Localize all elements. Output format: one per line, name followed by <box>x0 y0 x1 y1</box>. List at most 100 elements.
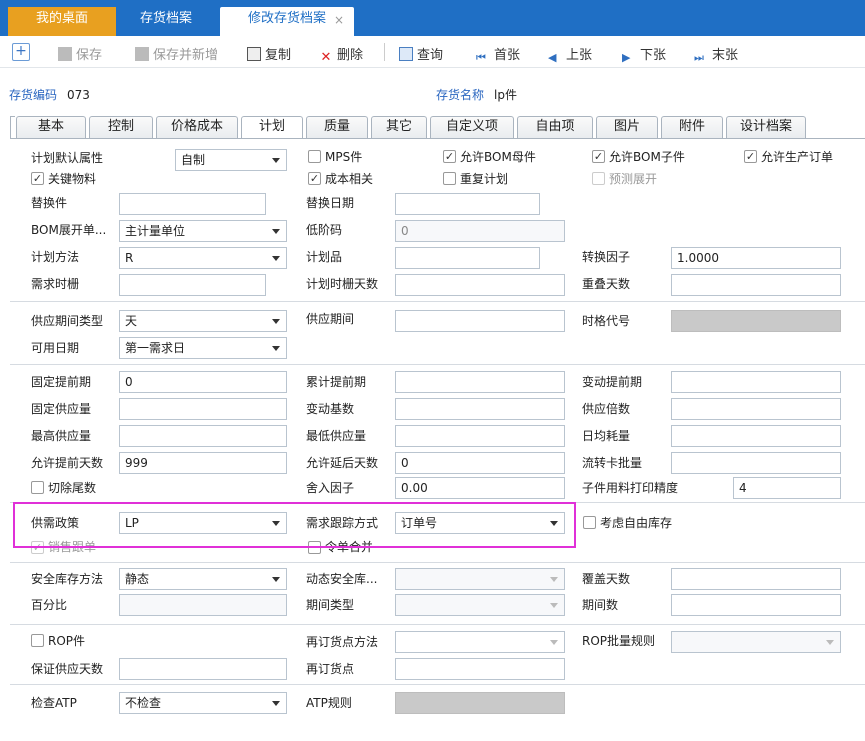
plan-method-select[interactable]: R <box>119 247 287 269</box>
replace-date-input[interactable] <box>395 193 540 215</box>
supply-period-type-select[interactable]: 天 <box>119 310 287 332</box>
name-label: 存货名称 <box>436 88 485 102</box>
allow-delay-days-input[interactable]: 0 <box>395 452 565 474</box>
save-button[interactable]: 保存 <box>58 44 102 63</box>
tab-plan[interactable]: 计划 <box>241 116 303 139</box>
time-code-input[interactable] <box>671 310 841 332</box>
rop-checkbox[interactable] <box>31 634 44 647</box>
tab-custom-items[interactable]: 自定义项 <box>430 116 514 138</box>
print-precision-input[interactable]: 4 <box>733 477 841 499</box>
reorder-point-input[interactable] <box>395 658 565 680</box>
allow-bom-parent-checkbox[interactable]: ✓ <box>443 150 456 163</box>
supply-period-label: 供应期间 <box>306 312 355 326</box>
guarantee-days-input[interactable] <box>119 658 287 680</box>
mps-checkbox[interactable] <box>308 150 321 163</box>
reorder-method-select[interactable] <box>395 631 565 653</box>
plan-item-input[interactable] <box>395 247 540 269</box>
bom-expand-select[interactable]: 主计量单位 <box>119 220 287 242</box>
transfer-batch-input[interactable] <box>671 452 841 474</box>
last-icon: ⏭ <box>694 51 704 64</box>
var-lead-label: 变动提前期 <box>582 375 643 389</box>
rop-batch-rule-select[interactable] <box>671 631 841 653</box>
var-lead-input[interactable] <box>671 371 841 393</box>
consider-free-stock-label: 考虑自由库存 <box>600 516 673 530</box>
allow-bom-child-checkbox[interactable]: ✓ <box>592 150 605 163</box>
divider <box>10 624 865 625</box>
daily-consume-input[interactable] <box>671 425 841 447</box>
avail-date-label: 可用日期 <box>31 341 80 355</box>
demand-fence-input[interactable] <box>119 274 266 296</box>
tab-design-archive[interactable]: 设计档案 <box>726 116 806 138</box>
convert-factor-input[interactable]: 1.0000 <box>671 247 841 269</box>
replace-part-input[interactable] <box>119 193 266 215</box>
forecast-expand-checkbox[interactable] <box>592 172 605 185</box>
delete-button[interactable]: ✕ 删除 <box>319 44 363 65</box>
period-count-input[interactable] <box>671 594 841 616</box>
close-tab-icon[interactable]: × <box>334 13 344 27</box>
allow-prod-order-label: 允许生产订单 <box>761 150 834 164</box>
check-atp-value: 不检查 <box>125 696 162 710</box>
key-material-checkbox[interactable]: ✓ <box>31 172 44 185</box>
tab-quality[interactable]: 质量 <box>306 116 368 138</box>
check-atp-select[interactable]: 不检查 <box>119 692 287 714</box>
save-new-label: 保存并新增 <box>153 48 219 63</box>
consider-free-stock-checkbox[interactable] <box>583 516 596 529</box>
max-supply-input[interactable] <box>119 425 287 447</box>
default-attr-select[interactable]: 自制 <box>175 149 287 171</box>
tab-images[interactable]: 图片 <box>596 116 658 138</box>
fixed-supply-input[interactable] <box>119 398 287 420</box>
round-factor-input[interactable]: 0.00 <box>395 477 565 499</box>
tab-strip-edge <box>10 116 15 138</box>
supply-period-input[interactable] <box>395 310 565 332</box>
cover-days-input[interactable] <box>671 568 841 590</box>
query-label: 查询 <box>417 48 444 63</box>
safety-method-select[interactable]: 静态 <box>119 568 287 590</box>
tab-control[interactable]: 控制 <box>89 116 153 138</box>
tab-other[interactable]: 其它 <box>371 116 427 138</box>
next-icon: ▶ <box>622 51 631 64</box>
tab-free-items[interactable]: 自由项 <box>517 116 593 138</box>
cost-related-checkbox[interactable]: ✓ <box>308 172 321 185</box>
dyn-safety-label: 动态安全库... <box>306 572 378 586</box>
min-supply-input[interactable] <box>395 425 565 447</box>
last-button[interactable]: ⏭ 末张 <box>694 44 738 65</box>
add-icon[interactable]: + <box>12 43 30 61</box>
tab-price-cost[interactable]: 价格成本 <box>156 116 238 138</box>
plan-fence-days-input[interactable] <box>395 274 565 296</box>
overlap-days-input[interactable] <box>671 274 841 296</box>
highlight-box <box>13 502 576 548</box>
copy-icon <box>247 47 261 61</box>
replace-date-label: 替换日期 <box>306 196 355 210</box>
fixed-lead-input[interactable]: 0 <box>119 371 287 393</box>
code-label: 存货编码 <box>9 88 58 102</box>
min-supply-label: 最低供应量 <box>306 429 367 443</box>
save-icon <box>58 47 72 61</box>
period-type-select[interactable] <box>395 594 565 616</box>
supply-multiple-input[interactable] <box>671 398 841 420</box>
allow-prod-order-checkbox[interactable]: ✓ <box>744 150 757 163</box>
next-button[interactable]: ▶ 下张 <box>622 44 666 65</box>
first-button[interactable]: ⏮ 首张 <box>476 44 520 65</box>
cut-tail-checkbox[interactable] <box>31 481 44 494</box>
low-level-input[interactable]: 0 <box>395 220 565 242</box>
default-attr-label: 计划默认属性 <box>31 151 104 165</box>
var-base-input[interactable] <box>395 398 565 420</box>
chevron-down-icon <box>272 256 280 261</box>
copy-button[interactable]: 复制 <box>247 44 291 63</box>
tab-basic[interactable]: 基本 <box>16 116 86 138</box>
tab-attachments[interactable]: 附件 <box>661 116 723 138</box>
atp-rule-input[interactable] <box>395 692 565 714</box>
allow-delay-days-label: 允许延后天数 <box>306 456 379 470</box>
tab-my-desktop[interactable]: 我的桌面 <box>8 7 116 36</box>
allow-ahead-days-input[interactable]: 999 <box>119 452 287 474</box>
percent-input[interactable] <box>119 594 287 616</box>
cum-lead-input[interactable] <box>395 371 565 393</box>
avail-date-select[interactable]: 第一需求日 <box>119 337 287 359</box>
repeat-plan-checkbox[interactable] <box>443 172 456 185</box>
query-button[interactable]: 查询 <box>399 44 443 63</box>
prev-button[interactable]: ◀ 上张 <box>548 44 592 65</box>
plan-method-label: 计划方法 <box>31 250 80 264</box>
dyn-safety-select[interactable] <box>395 568 565 590</box>
save-and-new-button[interactable]: 保存并新增 <box>135 44 218 63</box>
tab-inventory-archive[interactable]: 存货档案 <box>116 7 216 36</box>
